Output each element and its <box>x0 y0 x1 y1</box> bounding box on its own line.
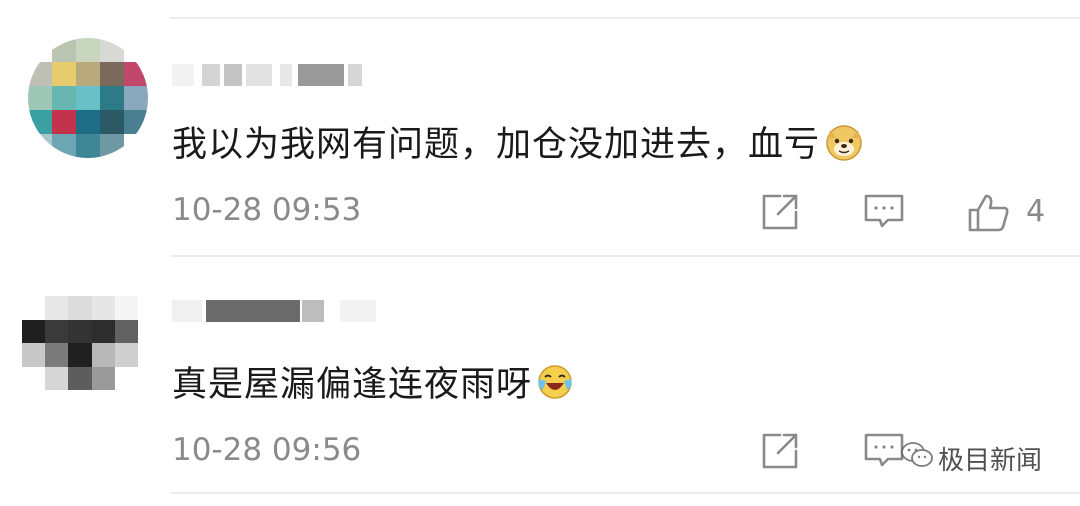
username-blurred[interactable] <box>172 64 372 86</box>
share-icon[interactable] <box>758 190 802 234</box>
wechat-icon <box>900 440 934 477</box>
username-blurred[interactable] <box>172 300 382 322</box>
like-count: 4 <box>1026 194 1046 229</box>
avatar[interactable] <box>28 38 148 158</box>
comment-text: 我以为我网有问题，加仓没加进去，血亏 <box>172 116 864 171</box>
laugh-cry-emoji-icon <box>536 363 574 410</box>
comment-text-content: 真是屋漏偏逢连夜雨呀 <box>172 365 533 405</box>
comment-text-content: 我以为我网有问题，加仓没加进去，血亏 <box>172 125 821 165</box>
top-divider <box>170 17 1080 19</box>
comment-icon[interactable] <box>862 190 906 234</box>
avatar[interactable] <box>22 296 138 390</box>
comment-divider <box>170 255 1080 257</box>
share-icon[interactable] <box>758 429 802 473</box>
comment-timestamp: 10-28 09:53 <box>172 192 362 228</box>
bottom-divider <box>170 492 1080 494</box>
thumbs-up-icon[interactable] <box>966 190 1010 234</box>
comment-text: 真是屋漏偏逢连夜雨呀 <box>172 356 574 410</box>
comment-timestamp: 10-28 09:56 <box>172 432 362 468</box>
doge-emoji-icon <box>824 122 864 171</box>
watermark-label: 极目新闻 <box>938 446 1043 476</box>
watermark: 极目新闻 <box>900 440 1042 477</box>
